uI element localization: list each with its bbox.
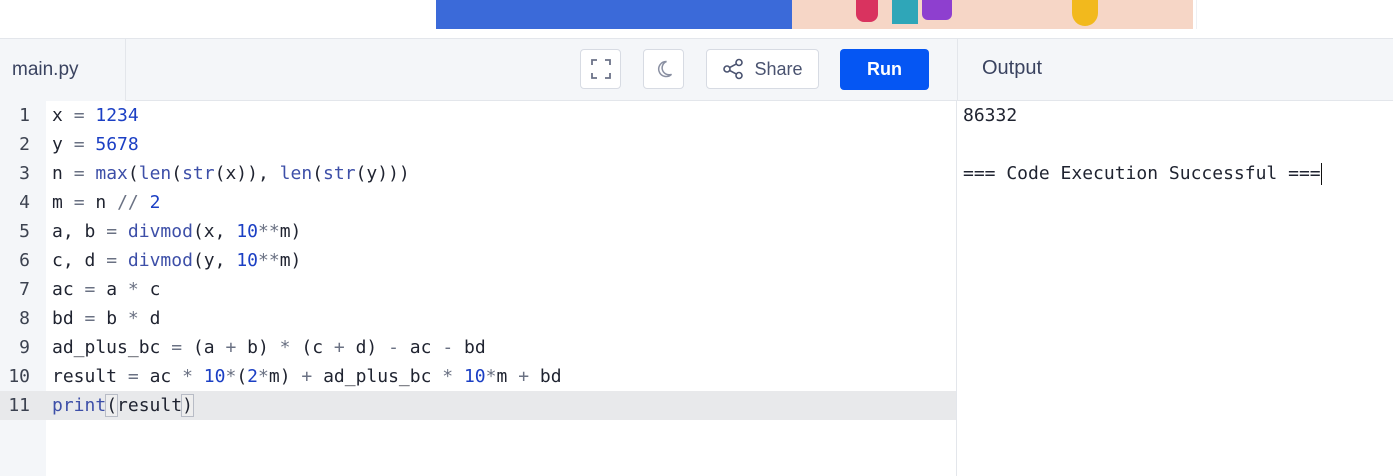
line-number: 7 <box>19 279 30 300</box>
line-number: 1 <box>19 105 30 126</box>
code-text: ad_plus_bc = (a + b) * (c + d) - ac - bd <box>52 337 486 358</box>
ad-shape <box>1072 0 1098 26</box>
line-number: 11 <box>8 395 30 416</box>
code-text: result = ac * 10*(2*m) + ad_plus_bc * 10… <box>52 366 562 387</box>
code-text: a, b = divmod(x, 10**m) <box>52 221 302 242</box>
code-text: n = max(len(str(x)), len(str(y))) <box>52 163 410 184</box>
file-tab-label: main.py <box>12 59 79 80</box>
ad-banner[interactable] <box>436 0 1193 29</box>
file-tab[interactable]: main.py <box>0 39 126 101</box>
line-number: 9 <box>19 337 30 358</box>
code-editor[interactable]: 1 x = 1234 2 y = 5678 3 n = max(len(str(x)), … <box>0 101 957 476</box>
code-text: y = 5678 <box>52 134 139 155</box>
code-text: print(result) <box>52 394 194 417</box>
banner-right-panel <box>1196 0 1393 29</box>
line-number: 5 <box>19 221 30 242</box>
code-line[interactable]: 2 y = 5678 <box>0 130 956 159</box>
code-line[interactable]: 5 a, b = divmod(x, 10**m) <box>0 217 956 246</box>
run-button[interactable]: Run <box>840 49 929 90</box>
share-button[interactable]: Share <box>706 49 819 89</box>
ad-artwork <box>792 0 1193 29</box>
editor-toolbar: main.py Share Run Output <box>0 38 1393 101</box>
code-text: x = 1234 <box>52 105 139 126</box>
code-line[interactable]: 1 x = 1234 <box>0 101 956 130</box>
ad-shape <box>856 0 878 22</box>
output-line: 86332 <box>963 105 1018 126</box>
line-number: 2 <box>19 134 30 155</box>
output-line: === Code Execution Successful === <box>963 163 1322 185</box>
ad-shape <box>922 0 952 20</box>
theme-toggle-button[interactable] <box>643 49 684 89</box>
code-text: ac = a * c <box>52 279 161 300</box>
code-text: c, d = divmod(y, 10**m) <box>52 250 302 271</box>
code-line[interactable]: 7 ac = a * c <box>0 275 956 304</box>
code-line[interactable]: 4 m = n // 2 <box>0 188 956 217</box>
line-number: 3 <box>19 163 30 184</box>
line-number: 10 <box>8 366 30 387</box>
code-line[interactable]: 8 bd = b * d <box>0 304 956 333</box>
code-text: m = n // 2 <box>52 192 161 213</box>
line-number: 6 <box>19 250 30 271</box>
line-number: 4 <box>19 192 30 213</box>
text-cursor <box>1320 163 1322 185</box>
output-panel[interactable]: 86332 === Code Execution Successful === <box>957 101 1393 476</box>
code-line[interactable]: 10 result = ac * 10*(2*m) + ad_plus_bc * … <box>0 362 956 391</box>
share-label: Share <box>754 58 803 79</box>
output-header: Output <box>957 39 1393 101</box>
code-line[interactable]: 3 n = max(len(str(x)), len(str(y))) <box>0 159 956 188</box>
code-line[interactable]: 6 c, d = divmod(y, 10**m) <box>0 246 956 275</box>
fullscreen-icon <box>590 59 611 79</box>
ad-shape <box>892 0 918 24</box>
output-title: Output <box>982 57 1043 79</box>
line-number: 8 <box>19 308 30 329</box>
fullscreen-button[interactable] <box>580 49 621 89</box>
share-icon <box>723 58 744 80</box>
code-line[interactable]: 9 ad_plus_bc = (a + b) * (c + d) - ac - b… <box>0 333 956 362</box>
top-banner <box>0 0 1393 38</box>
code-text: bd = b * d <box>52 308 161 329</box>
code-line[interactable]: 11 print(result) <box>0 391 956 420</box>
moon-icon <box>657 60 672 78</box>
